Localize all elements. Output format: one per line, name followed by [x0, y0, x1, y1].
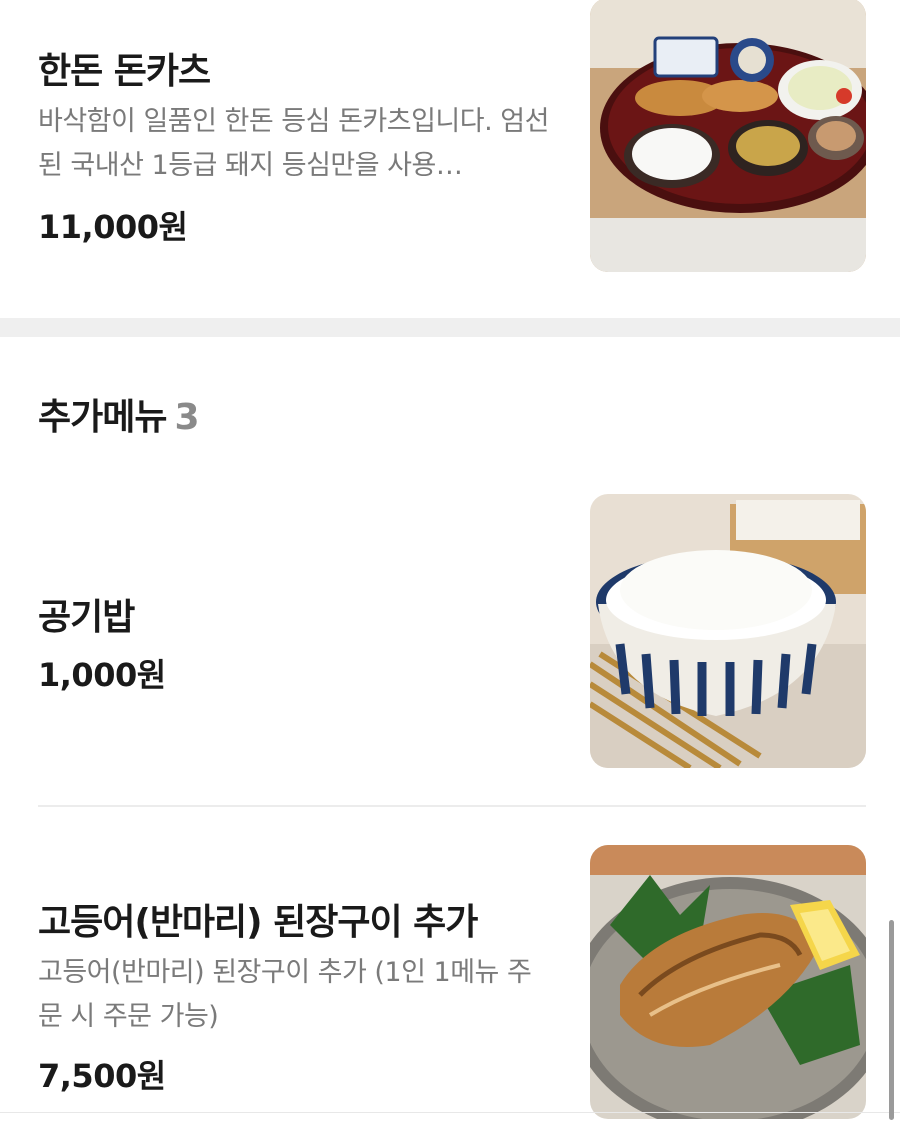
menu-item-title: 고등어(반마리) 된장구이 추가 — [38, 902, 478, 943]
section-separator — [0, 318, 900, 337]
tonkatsu-set-image — [590, 0, 866, 272]
grilled-mackerel-image — [590, 845, 866, 1119]
section-title-label: 추가메뉴 — [38, 397, 167, 438]
menu-item-title: 공기밥 — [38, 597, 135, 638]
menu-item-tonkatsu[interactable]: 한돈 돈카츠 바삭함이 일품인 한돈 등심 돈카츠입니다. 엄선된 국내산 1등… — [0, 0, 900, 318]
menu-item-title: 한돈 돈카츠 — [38, 51, 211, 92]
rice-bowl-image — [590, 494, 866, 768]
bottom-edge-line — [0, 1112, 900, 1113]
menu-item-description: 고등어(반마리) 된장구이 추가 (1인 1메뉴 주문 시 주문 가능) — [38, 957, 532, 1032]
menu-item-price: 11,000원 — [38, 208, 188, 246]
menu-item-description: 바삭함이 일품인 한돈 등심 돈카츠입니다. 엄선된 국내산 1등급 돼지 등심… — [38, 106, 549, 181]
menu-item-price: 7,500원 — [38, 1057, 166, 1095]
scrollbar[interactable] — [889, 920, 894, 1120]
menu-item-price: 1,000원 — [38, 656, 166, 694]
section-count: 3 — [174, 397, 199, 438]
menu-item-mackerel[interactable]: 고등어(반마리) 된장구이 추가 고등어(반마리) 된장구이 추가 (1인 1메… — [0, 807, 900, 1119]
menu-item-rice[interactable]: 공기밥 1,000원 — [0, 470, 900, 805]
section-title: 추가메뉴 3 — [38, 388, 200, 440]
